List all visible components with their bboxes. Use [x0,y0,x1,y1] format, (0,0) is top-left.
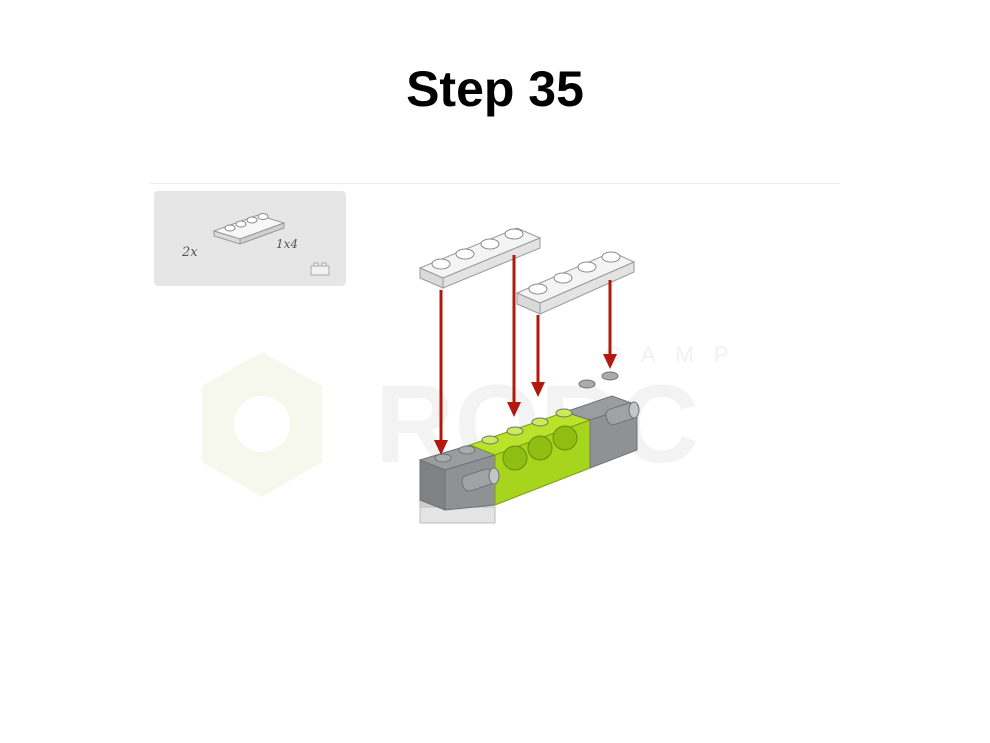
technic-beam [418,371,640,511]
assembly-illustration [418,227,640,524]
arrow-1 [434,290,448,455]
arrow-3 [531,315,545,397]
arrow-4 [603,280,617,369]
arrow-2 [507,255,521,417]
plate-1x4-left [418,227,542,289]
plate-1x4-right [515,251,636,315]
